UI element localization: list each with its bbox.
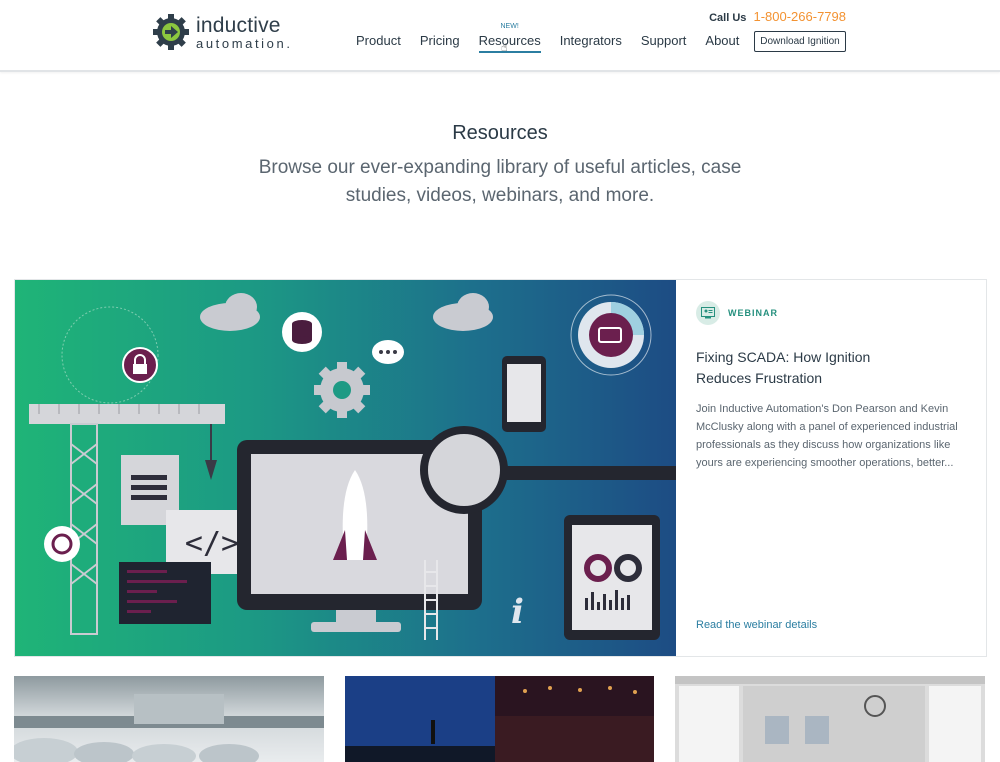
nav-pricing[interactable]: Pricing bbox=[420, 33, 460, 53]
database-icon bbox=[282, 312, 322, 352]
featured-content: WEBINAR Fixing SCADA: How Ignition Reduc… bbox=[696, 280, 971, 656]
featured-resource-card[interactable]: </> i WEBINAR Fixing SCADA: How Ignition… bbox=[14, 279, 987, 657]
illustration-graphic: </> i bbox=[29, 293, 676, 640]
tag-icon bbox=[570, 294, 652, 376]
main-nav: Product Pricing NEW! Resources Integrato… bbox=[356, 23, 758, 53]
nav-product[interactable]: Product bbox=[356, 33, 401, 53]
page-title: Resources bbox=[452, 122, 548, 144]
chat-icon bbox=[372, 340, 404, 364]
download-ignition-button[interactable]: Download Ignition bbox=[754, 31, 846, 52]
lock-icon bbox=[122, 347, 158, 383]
hand-cursor-icon: ☝ bbox=[501, 42, 508, 54]
new-badge: NEW! bbox=[500, 23, 519, 30]
nav-integrators[interactable]: Integrators bbox=[560, 33, 622, 53]
featured-illustration[interactable]: </> i bbox=[15, 280, 676, 656]
logo-text-line1: inductive bbox=[196, 13, 281, 37]
info-symbol: i bbox=[511, 592, 524, 632]
logo[interactable]: inductive automation. bbox=[152, 13, 293, 51]
feature-description: Join Inductive Automation's Don Pearson … bbox=[696, 403, 958, 469]
gear-logo-icon bbox=[153, 14, 189, 50]
nav-support[interactable]: Support bbox=[641, 33, 687, 53]
phone-number[interactable]: 1-800-266-7798 bbox=[753, 9, 846, 24]
resource-thumbnail-1[interactable] bbox=[14, 676, 324, 762]
webinar-icon bbox=[696, 301, 720, 325]
resource-type-label: WEBINAR bbox=[728, 308, 778, 318]
gear-icon bbox=[314, 362, 370, 418]
site-header: inductive automation. Call Us 1-800-266-… bbox=[0, 0, 1000, 72]
resource-thumbnail-3[interactable] bbox=[675, 676, 985, 762]
logo-text-line2: automation. bbox=[196, 35, 293, 51]
resource-type: WEBINAR bbox=[696, 301, 778, 325]
nav-resources-label: Resources bbox=[478, 33, 541, 48]
cloud-icon bbox=[200, 293, 493, 331]
nav-resources[interactable]: NEW! Resources bbox=[478, 23, 541, 53]
call-label: Call Us bbox=[709, 12, 747, 24]
code-symbol: </> bbox=[185, 526, 239, 561]
nav-about[interactable]: About bbox=[705, 33, 739, 53]
page-subtitle: Browse our ever-expanding library of use… bbox=[258, 157, 742, 206]
call-us: Call Us 1-800-266-7798 bbox=[709, 9, 846, 24]
read-webinar-details-link[interactable]: Read the webinar details bbox=[696, 619, 817, 631]
feature-title[interactable]: Fixing SCADA: How Ignition Reduces Frust… bbox=[696, 347, 906, 389]
resource-thumbnail-2[interactable] bbox=[345, 676, 654, 762]
